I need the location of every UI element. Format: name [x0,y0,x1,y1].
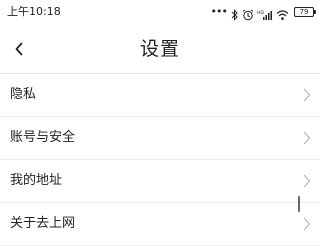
bluetooth-icon [231,6,239,21]
alarm-icon [242,6,254,21]
settings-list: 隐私 账号与安全 我的地址 关于去上网 [0,74,320,246]
status-time: 上午10:18 [7,5,61,18]
chevron-right-icon [303,174,311,188]
chevron-right-icon [303,131,311,145]
settings-item-my-address[interactable]: 我的地址 [0,160,320,203]
header: 设置 [0,24,320,74]
settings-item-label: 关于去上网 [10,216,76,231]
status-bar: 上午10:18 ••• HD 79 [0,0,320,24]
settings-item-label: 隐私 [10,87,37,102]
battery-icon: 79 [294,7,316,17]
page-title: 设置 [139,38,180,60]
chevron-right-icon [303,88,311,102]
settings-item-about[interactable]: 关于去上网 [0,203,320,246]
scrollbar[interactable] [298,196,300,212]
chevron-right-icon [303,217,311,231]
more-dots-icon: ••• [210,5,228,18]
settings-item-label: 账号与安全 [10,130,76,145]
hd-signal-icon: HD [257,6,273,20]
wifi-icon [276,6,289,20]
settings-item-label: 我的地址 [10,173,63,188]
settings-item-account-security[interactable]: 账号与安全 [0,117,320,160]
status-icons: ••• HD 79 [210,4,316,21]
settings-item-privacy[interactable]: 隐私 [0,74,320,117]
battery-level: 79 [299,8,309,16]
svg-text:HD: HD [257,10,264,16]
